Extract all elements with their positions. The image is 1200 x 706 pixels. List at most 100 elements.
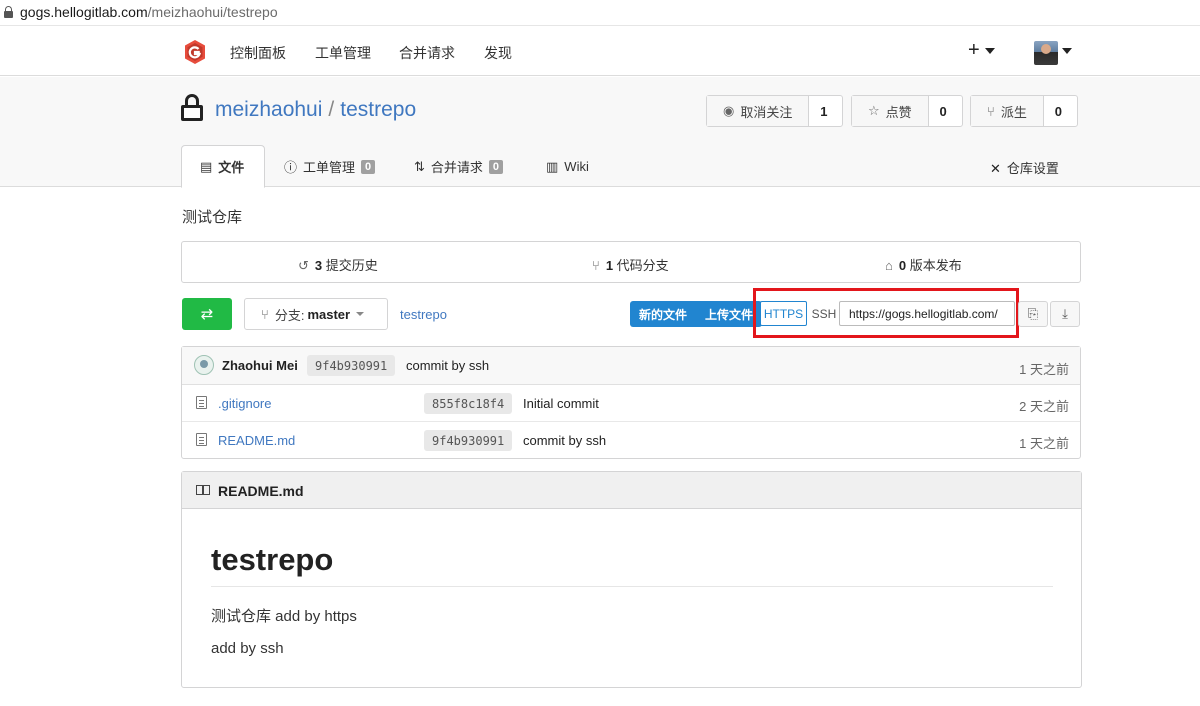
nav-pull-requests[interactable]: 合并请求 [399, 43, 455, 63]
readme-filename: README.md [218, 483, 304, 499]
ssh-clone-button[interactable]: SSH [809, 301, 839, 326]
history-icon: ↺ [298, 258, 309, 273]
readme-header: README.md [182, 472, 1081, 509]
file-row: README.md 9f4b930991 commit by ssh 1 天之前 [182, 422, 1080, 459]
book-icon: ▥ [546, 158, 559, 174]
sync-icon: ⇄ [200, 306, 214, 323]
file-name-link[interactable]: README.md [218, 433, 295, 448]
repo-name-link[interactable]: testrepo [340, 98, 416, 121]
latest-commit-row: Zhaohui Mei 9f4b930991 commit by ssh 1 天… [182, 347, 1080, 385]
repo-title-separator: / [328, 98, 335, 121]
releases-label: 版本发布 [909, 258, 962, 273]
repo-owner-link[interactable]: meizhaohui [215, 98, 322, 121]
new-file-button[interactable]: 新的文件 [630, 301, 696, 327]
branches-count: 1 [605, 258, 614, 273]
star-icon: ☆ [868, 103, 880, 118]
commit-age: 1 天之前 [1019, 362, 1069, 377]
watch-button[interactable]: ◉ 取消关注 1 [706, 95, 843, 127]
commit-message: commit by ssh [406, 358, 490, 373]
tab-pull-requests[interactable]: ⇅ 合并请求 0 [414, 145, 504, 188]
file-commit-sha-button[interactable]: 855f8c18f4 [424, 393, 513, 414]
tab-issues[interactable]: ⓘ 工单管理 0 [284, 145, 376, 188]
file-actions-group: 新的文件 上传文件 [630, 301, 763, 327]
tab-files[interactable]: ▤ 文件 [181, 145, 265, 188]
star-label: 点赞 [885, 104, 912, 120]
clone-url-input[interactable] [839, 301, 1015, 326]
branch-icon: ⑂ [261, 306, 269, 322]
book-icon [196, 485, 210, 495]
tools-icon: ✕ [990, 161, 1001, 176]
branch-icon: ⑂ [592, 258, 600, 273]
commits-stat[interactable]: ↺ 3 提交历史 [298, 255, 378, 274]
fork-count[interactable]: 0 [1044, 96, 1073, 126]
branches-label: 代码分支 [616, 258, 669, 273]
https-clone-button[interactable]: HTTPS [760, 301, 807, 326]
author-avatar[interactable] [194, 355, 214, 375]
star-count[interactable]: 0 [929, 96, 958, 126]
branch-name: master [307, 306, 351, 322]
user-menu-chevron-icon[interactable] [1062, 48, 1072, 54]
file-text-icon: ▤ [200, 158, 213, 174]
file-commit-age: 2 天之前 [1019, 399, 1069, 414]
repo-stats-bar: ↺ 3 提交历史 ⑂ 1 代码分支 ⌂ 0 版本发布 [181, 241, 1081, 283]
commit-sha-button[interactable]: 9f4b930991 [307, 355, 396, 376]
pull-requests-count-badge: 0 [488, 159, 504, 174]
browser-address-bar[interactable]: gogs.hellogitlab.com/meizhaohui/testrepo [0, 0, 1200, 26]
readme-panel: README.md testrepo 测试仓库 add by https add… [181, 471, 1082, 688]
private-lock-icon [181, 94, 203, 122]
user-avatar[interactable] [1034, 41, 1058, 65]
commits-label: 提交历史 [325, 258, 378, 273]
file-commit-message[interactable]: Initial commit [523, 396, 599, 411]
readme-heading: testrepo [211, 542, 1053, 587]
branch-dropdown[interactable]: ⑂ 分支: master [244, 298, 388, 330]
issue-opened-icon: ⓘ [284, 160, 298, 175]
nav-dashboard[interactable]: 控制面板 [230, 43, 286, 63]
tab-wiki-label: Wiki [564, 159, 589, 174]
releases-stat[interactable]: ⌂ 0 版本发布 [885, 255, 962, 274]
repo-description: 测试仓库 [182, 209, 243, 226]
file-table: Zhaohui Mei 9f4b930991 commit by ssh 1 天… [181, 346, 1081, 459]
fork-label: 派生 [1000, 104, 1027, 120]
pull-request-icon: ⇅ [414, 158, 425, 174]
chevron-down-icon [985, 47, 996, 54]
issues-count-badge: 0 [361, 159, 376, 174]
gogs-logo-icon[interactable] [182, 39, 208, 65]
clipboard-icon: ⎘ [1027, 306, 1039, 321]
fork-button[interactable]: ⑂ 派生 0 [970, 95, 1078, 127]
lock-icon [4, 6, 13, 18]
releases-count: 0 [898, 258, 907, 273]
top-navbar: 控制面板 工单管理 合并请求 发现 + [0, 27, 1200, 76]
file-commit-age: 1 天之前 [1019, 436, 1069, 451]
branch-prefix: 分支: [274, 307, 305, 323]
tab-pull-requests-label: 合并请求 [430, 160, 483, 175]
download-button[interactable]: ⤓ [1050, 301, 1080, 327]
eye-icon: ◉ [723, 103, 735, 118]
repo-title: meizhaohui / testrepo [215, 98, 416, 122]
file-name-link[interactable]: .gitignore [218, 396, 271, 411]
compare-pull-button[interactable]: ⇄ [182, 298, 232, 330]
create-new-button[interactable]: + [968, 39, 996, 62]
copy-url-button[interactable]: ⎘ [1018, 301, 1048, 327]
file-commit-message[interactable]: commit by ssh [523, 433, 606, 448]
breadcrumb-repo-link[interactable]: testrepo [400, 307, 447, 322]
watch-count[interactable]: 1 [809, 96, 838, 126]
tab-repo-settings[interactable]: ✕ 仓库设置 [990, 158, 1059, 177]
readme-paragraph: 测试仓库 add by https [211, 608, 357, 625]
tag-icon: ⌂ [885, 258, 893, 273]
readme-paragraph: add by ssh [211, 640, 284, 657]
branches-stat[interactable]: ⑂ 1 代码分支 [592, 255, 669, 274]
commit-author: Zhaohui Mei [222, 358, 298, 373]
fork-icon: ⑂ [987, 103, 995, 119]
chevron-down-icon [356, 312, 365, 316]
nav-issues[interactable]: 工单管理 [315, 43, 371, 63]
nav-explore[interactable]: 发现 [484, 43, 512, 63]
tab-wiki[interactable]: ▥ Wiki [546, 145, 589, 188]
address-url[interactable]: gogs.hellogitlab.com/meizhaohui/testrepo [20, 4, 278, 20]
star-button[interactable]: ☆ 点赞 0 [851, 95, 963, 127]
file-commit-sha-button[interactable]: 9f4b930991 [424, 430, 513, 451]
settings-label: 仓库设置 [1006, 161, 1059, 176]
file-icon [196, 396, 207, 409]
download-icon: ⤓ [1062, 306, 1068, 321]
file-row: .gitignore 855f8c18f4 Initial commit 2 天… [182, 385, 1080, 422]
watch-label: 取消关注 [740, 104, 793, 120]
